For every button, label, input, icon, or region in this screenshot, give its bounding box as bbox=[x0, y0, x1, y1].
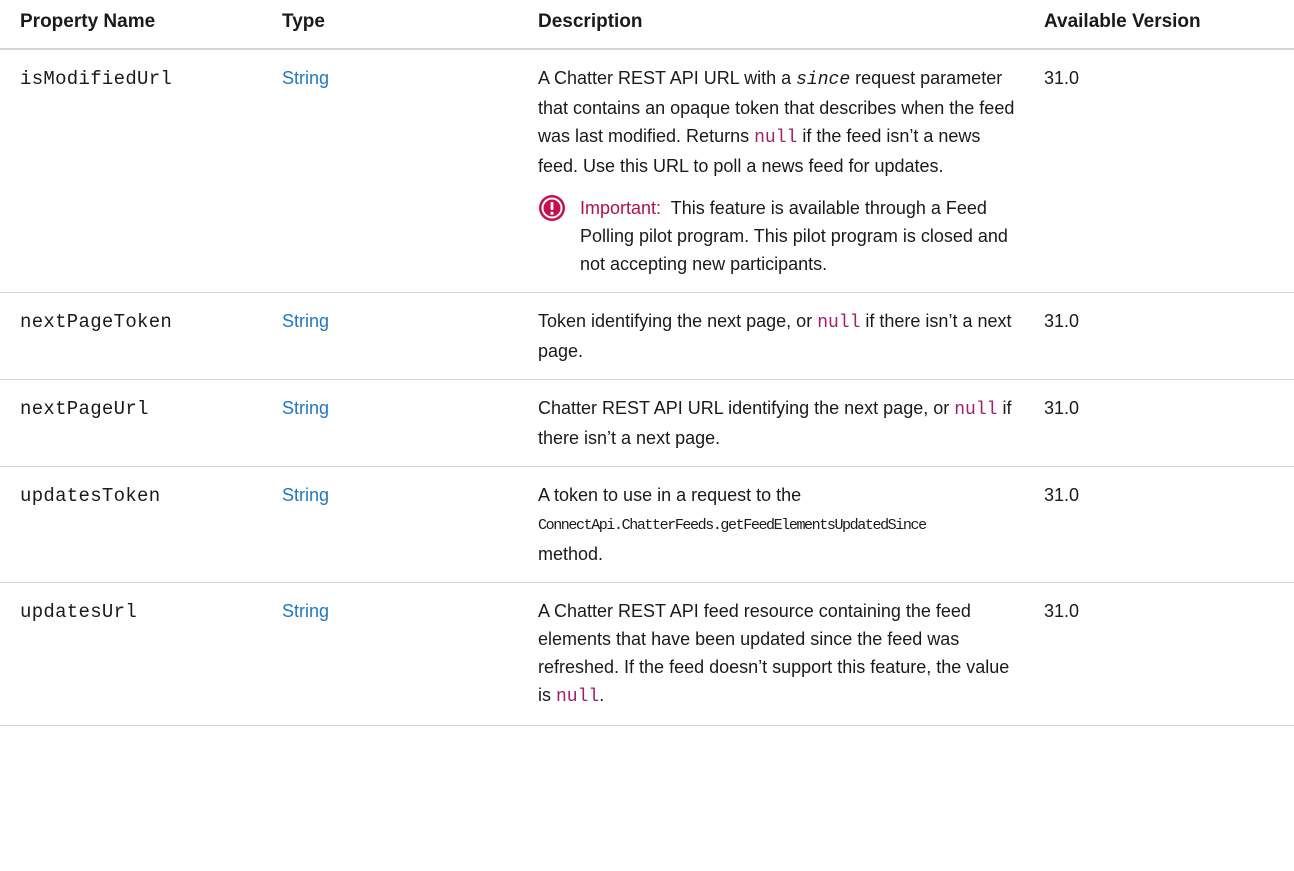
table-row: nextPageUrl String Chatter REST API URL … bbox=[0, 379, 1294, 467]
important-note-title: Important: bbox=[580, 198, 662, 218]
description-text: Chatter REST API URL identifying the nex… bbox=[538, 394, 1022, 452]
property-table: Property Name Type Description Available… bbox=[0, 0, 1294, 726]
version-cell: 31.0 bbox=[1036, 379, 1294, 467]
description-segment: A token to use in a request to the bbox=[538, 485, 802, 505]
version-cell: 31.0 bbox=[1036, 49, 1294, 293]
description-segment: Chatter REST API URL identifying the nex… bbox=[538, 398, 955, 418]
table-header-row: Property Name Type Description Available… bbox=[0, 0, 1294, 50]
type-cell: String bbox=[262, 292, 518, 380]
description-text: A Chatter REST API feed resource contain… bbox=[538, 597, 1022, 711]
inline-code-null: null bbox=[754, 128, 798, 148]
property-name: nextPageToken bbox=[20, 311, 173, 333]
header-type: Type bbox=[262, 0, 518, 50]
type-cell: String bbox=[262, 379, 518, 467]
header-description: Description bbox=[518, 0, 1036, 50]
important-note: Important: This feature is available thr… bbox=[538, 194, 1022, 278]
inline-code-null: null bbox=[817, 313, 861, 333]
type-cell: String bbox=[262, 582, 518, 726]
inline-code-null: null bbox=[954, 400, 998, 420]
inline-code-italic: since bbox=[796, 70, 851, 90]
description-segment: . bbox=[599, 685, 605, 705]
description-text: A token to use in a request to the Conne… bbox=[538, 481, 1022, 568]
property-name-cell: updatesToken bbox=[0, 466, 262, 583]
inline-code-null: null bbox=[556, 687, 600, 707]
type-link[interactable]: String bbox=[282, 68, 329, 88]
inline-code-method: ConnectApi.ChatterFeeds.getFeedElementsU… bbox=[538, 517, 927, 534]
version-cell: 31.0 bbox=[1036, 466, 1294, 583]
description-cell: A Chatter REST API URL with a since requ… bbox=[518, 49, 1036, 293]
description-segment: Token identifying the next page, or bbox=[538, 311, 818, 331]
description-cell: Chatter REST API URL identifying the nex… bbox=[518, 379, 1036, 467]
description-cell: A Chatter REST API feed resource contain… bbox=[518, 582, 1036, 726]
description-text: A Chatter REST API URL with a since requ… bbox=[538, 64, 1022, 180]
property-name: isModifiedUrl bbox=[20, 68, 173, 90]
property-name-cell: nextPageUrl bbox=[0, 379, 262, 467]
description-segment: A Chatter REST API URL with a bbox=[538, 68, 797, 88]
type-link[interactable]: String bbox=[282, 311, 329, 331]
description-text: Token identifying the next page, or null… bbox=[538, 307, 1022, 365]
property-name-cell: updatesUrl bbox=[0, 582, 262, 726]
property-name: updatesUrl bbox=[20, 601, 138, 623]
table-row: updatesUrl String A Chatter REST API fee… bbox=[0, 582, 1294, 726]
property-name-cell: nextPageToken bbox=[0, 292, 262, 380]
header-property-name: Property Name bbox=[0, 0, 262, 50]
important-note-body: Important: This feature is available thr… bbox=[580, 194, 1022, 278]
type-cell: String bbox=[262, 466, 518, 583]
type-link[interactable]: String bbox=[282, 485, 329, 505]
table-row: nextPageToken String Token identifying t… bbox=[0, 292, 1294, 380]
description-cell: Token identifying the next page, or null… bbox=[518, 292, 1036, 380]
header-available-version: Available Version bbox=[1036, 0, 1294, 50]
property-name: updatesToken bbox=[20, 485, 161, 507]
description-cell: A token to use in a request to the Conne… bbox=[518, 466, 1036, 583]
type-link[interactable]: String bbox=[282, 398, 329, 418]
description-segment: A Chatter REST API feed resource contain… bbox=[538, 601, 1010, 705]
table-row: isModifiedUrl String A Chatter REST API … bbox=[0, 49, 1294, 293]
property-name: nextPageUrl bbox=[20, 398, 149, 420]
table-row: updatesToken String A token to use in a … bbox=[0, 466, 1294, 583]
important-icon bbox=[539, 195, 565, 221]
version-cell: 31.0 bbox=[1036, 292, 1294, 380]
version-cell: 31.0 bbox=[1036, 582, 1294, 726]
description-segment: method. bbox=[538, 544, 604, 564]
property-name-cell: isModifiedUrl bbox=[0, 49, 262, 293]
type-link[interactable]: String bbox=[282, 601, 329, 621]
type-cell: String bbox=[262, 49, 518, 293]
